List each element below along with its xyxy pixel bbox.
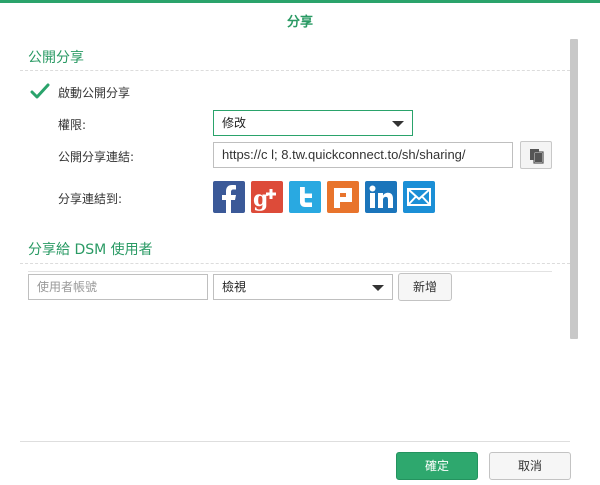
linkedin-icon[interactable] <box>365 181 397 213</box>
dsm-share-section-title: 分享給 DSM 使用者 <box>28 242 153 258</box>
public-link-value: https://c l; 8.tw.quickconnect.to/sh/sha… <box>222 147 466 162</box>
enable-public-share-checkbox[interactable]: 啟動公開分享 <box>30 83 130 101</box>
enable-public-share-label: 啟動公開分享 <box>58 85 131 100</box>
chevron-down-icon <box>392 121 404 127</box>
dialog-content: 公開分享 啟動公開分享 權限: 修改 公開分享連結: https://c l; … <box>20 39 570 419</box>
plurk-icon[interactable] <box>327 181 359 213</box>
copy-link-button[interactable] <box>520 141 552 169</box>
dialog-title: 分享 <box>286 15 313 30</box>
section-divider <box>20 70 570 71</box>
user-account-placeholder: 使用者帳號 <box>37 280 98 294</box>
user-account-input[interactable]: 使用者帳號 <box>28 274 208 300</box>
email-icon[interactable] <box>403 181 435 213</box>
public-share-section-title: 公開分享 <box>28 50 84 66</box>
scrollbar[interactable] <box>570 39 578 339</box>
facebook-icon[interactable] <box>213 181 245 213</box>
google-plus-icon[interactable]: g <box>251 181 283 213</box>
section-divider <box>20 263 570 264</box>
checkmark-icon <box>30 83 50 101</box>
dsm-permission-select-value: 檢視 <box>222 280 247 294</box>
dsm-permission-select[interactable]: 檢視 <box>213 274 393 300</box>
cancel-button[interactable]: 取消 <box>489 452 571 480</box>
share-link-to-label: 分享連結到: <box>58 192 123 206</box>
add-user-button[interactable]: 新增 <box>398 273 452 301</box>
permission-label: 權限: <box>58 118 87 132</box>
twitter-icon[interactable] <box>289 181 321 213</box>
footer-divider <box>20 441 570 442</box>
ok-button[interactable]: 確定 <box>396 452 478 480</box>
svg-text:g: g <box>253 186 268 212</box>
chevron-down-icon <box>372 285 384 291</box>
user-list-divider <box>28 271 552 272</box>
permission-select-value: 修改 <box>222 116 247 130</box>
share-dialog: 分享 公開分享 啟動公開分享 權限: 修改 公開分享連結: https://c … <box>0 0 600 485</box>
permission-select[interactable]: 修改 <box>213 110 413 136</box>
public-link-label: 公開分享連結: <box>58 150 135 164</box>
public-link-field[interactable]: https://c l; 8.tw.quickconnect.to/sh/sha… <box>213 142 513 168</box>
